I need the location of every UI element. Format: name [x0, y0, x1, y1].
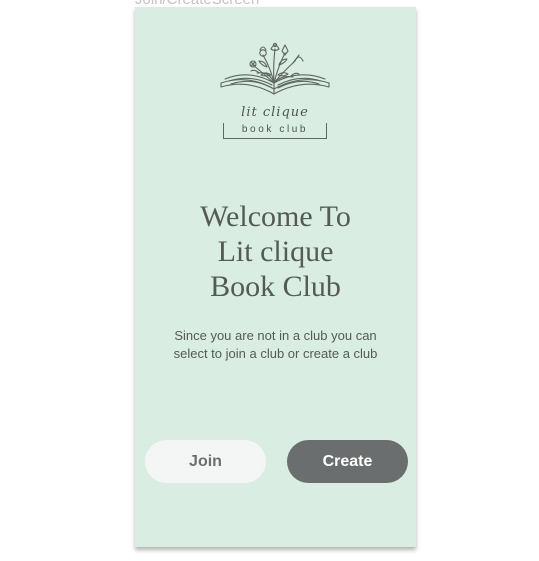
- create-button[interactable]: Create: [287, 440, 408, 483]
- open-book-flowers-icon: [220, 42, 330, 95]
- welcome-line-2: Lit clique: [217, 235, 334, 268]
- book-club-logo: lit clique book club: [215, 39, 335, 143]
- welcome-heading: Welcome To Lit clique Book Club: [135, 199, 416, 304]
- welcome-line-1: Welcome To: [200, 200, 351, 233]
- join-button[interactable]: Join: [145, 440, 266, 483]
- instruction-text: Since you are not in a club you can sele…: [173, 328, 378, 361]
- welcome-line-3: Book Club: [210, 270, 341, 303]
- logo-subtitle: book club: [241, 124, 309, 135]
- logo-script-text: lit clique: [241, 105, 309, 120]
- app-screen: lit clique book club Welcome To Lit cliq…: [135, 7, 416, 547]
